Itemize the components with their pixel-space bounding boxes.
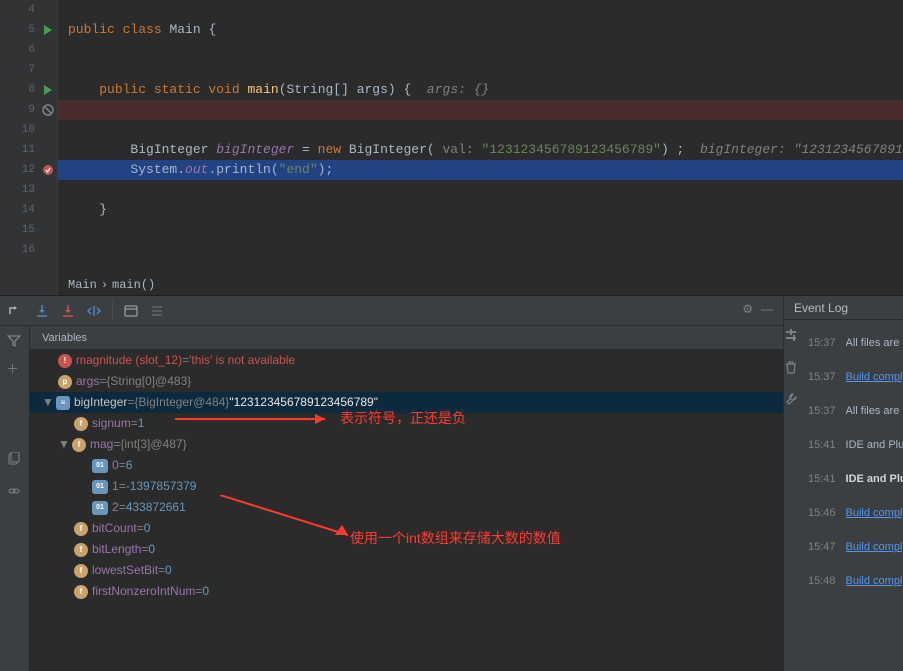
line-number: 12 <box>15 160 35 180</box>
line-number: 9 <box>15 100 35 120</box>
chevron-down-icon[interactable]: ▼ <box>42 392 54 413</box>
event-log-item[interactable]: 15:37All files are <box>800 326 903 360</box>
run-icon[interactable] <box>41 23 55 37</box>
editor-gutter: 4 5 6 7 8 9 10 11 12 13 14 15 16 <box>0 0 58 295</box>
var-mag[interactable]: ▼fmag = {int[3]@487} <box>30 434 783 455</box>
var-mag-1[interactable]: 011 = -1397857379 <box>30 476 783 497</box>
var-bitlength[interactable]: fbitLength = 0 <box>30 539 783 560</box>
line-number: 13 <box>15 180 35 200</box>
wrench-icon[interactable] <box>784 392 800 408</box>
trace-icon[interactable] <box>149 303 165 319</box>
event-log-item[interactable]: 15:37Build compl <box>800 360 903 394</box>
debug-sidebar: ＋ <box>0 326 30 671</box>
event-log-panel: Event Log 15:37All files are15:37Build c… <box>783 296 903 671</box>
class-name: Main <box>169 22 200 37</box>
breadcrumb-class[interactable]: Main <box>68 278 97 292</box>
minimize-icon[interactable]: — <box>761 302 773 316</box>
line-number: 15 <box>15 220 35 240</box>
variables-tree[interactable]: !magnitude (slot_12) = 'this' is not ava… <box>30 350 783 671</box>
var-bitcount[interactable]: fbitCount = 0 <box>30 518 783 539</box>
event-log-item[interactable]: 15:47Build compl <box>800 530 903 564</box>
add-icon[interactable]: ＋ <box>7 360 23 376</box>
field-badge-icon: f <box>74 585 88 599</box>
breakpoint-icon[interactable] <box>41 163 55 177</box>
int-badge-icon: 01 <box>92 459 108 473</box>
int-badge-icon: 01 <box>92 480 108 494</box>
param-badge-icon: p <box>58 375 72 389</box>
breadcrumb-method[interactable]: main() <box>112 278 155 292</box>
event-log-item[interactable]: 15:46Build compl <box>800 496 903 530</box>
gear-icon[interactable]: ⚙ <box>742 302 753 316</box>
evaluate-icon[interactable] <box>123 303 139 319</box>
line-number: 14 <box>15 200 35 220</box>
step-over-icon[interactable] <box>8 303 24 319</box>
chevron-down-icon[interactable]: ▼ <box>58 434 70 455</box>
force-step-icon[interactable] <box>60 303 76 319</box>
line-number: 4 <box>15 0 35 20</box>
line-number: 10 <box>15 120 35 140</box>
code-editor[interactable]: 4 5 6 7 8 9 10 11 12 13 14 15 16 public … <box>0 0 903 295</box>
code-content[interactable]: public class Main { public static void m… <box>58 0 903 260</box>
event-log-item[interactable]: 15:41IDE and Plu <box>800 462 903 496</box>
object-badge-icon: ≡ <box>56 396 70 410</box>
step-out-icon[interactable] <box>86 303 102 319</box>
string-literal: "123123456789123456789" <box>474 142 661 157</box>
var-mag-0[interactable]: 010 = 6 <box>30 455 783 476</box>
var-lowestsetbit[interactable]: flowestSetBit = 0 <box>30 560 783 581</box>
line-number: 16 <box>15 240 35 260</box>
error-badge-icon: ! <box>58 354 72 368</box>
variables-tab[interactable]: Variables <box>30 326 783 350</box>
trash-icon[interactable] <box>784 360 800 376</box>
field-badge-icon: f <box>74 564 88 578</box>
line-number: 11 <box>15 140 35 160</box>
line-number: 7 <box>15 60 35 80</box>
keyword: new <box>318 142 341 157</box>
inline-hint: bigInteger: "123123456789123456789" <box>700 142 903 157</box>
keyword: public static void <box>99 82 239 97</box>
breadcrumb[interactable]: Main›main() <box>58 275 155 295</box>
error-icon[interactable] <box>41 103 55 117</box>
var-firstnonzero[interactable]: ffirstNonzeroIntNum = 0 <box>30 581 783 602</box>
var-biginteger[interactable]: ▼≡bigInteger = {BigInteger@484} "1231234… <box>30 392 783 413</box>
filter-icon[interactable] <box>7 334 23 350</box>
var-mag-2[interactable]: 012 = 433872661 <box>30 497 783 518</box>
event-log-item[interactable]: 15:48Build compl <box>800 564 903 598</box>
inline-hint: args: {} <box>427 82 489 97</box>
var-signum[interactable]: fsignum = 1 <box>30 413 783 434</box>
param-hint: val: <box>442 142 473 157</box>
copy-icon[interactable] <box>7 452 23 468</box>
event-log-list[interactable]: 15:37All files are15:37Build compl15:37A… <box>800 320 903 671</box>
settings-icon[interactable] <box>784 328 800 344</box>
event-log-item[interactable]: 15:41IDE and Plu <box>800 428 903 462</box>
field: out <box>185 162 208 177</box>
var-args[interactable]: pargs = {String[0]@483} <box>30 371 783 392</box>
keyword: public class <box>68 22 162 37</box>
event-log-title[interactable]: Event Log <box>784 296 903 320</box>
int-badge-icon: 01 <box>92 501 108 515</box>
field-badge-icon: f <box>72 438 86 452</box>
line-number: 5 <box>15 20 35 40</box>
run-icon[interactable] <box>41 83 55 97</box>
line-number: 6 <box>15 40 35 60</box>
event-log-item[interactable]: 15:37All files are <box>800 394 903 428</box>
string-literal: "end" <box>279 162 318 177</box>
method-name: main <box>247 82 278 97</box>
field-badge-icon: f <box>74 522 88 536</box>
field-badge-icon: f <box>74 543 88 557</box>
debug-panel: ⚙ — ＋ Variables !magnitude (slot_12) = '… <box>0 295 903 671</box>
event-log-toolbar <box>784 320 800 671</box>
var-magnitude[interactable]: !magnitude (slot_12) = 'this' is not ava… <box>30 350 783 371</box>
line-number: 8 <box>15 80 35 100</box>
link-icon[interactable] <box>7 484 23 500</box>
debug-toolbar <box>0 296 783 326</box>
panel-controls: ⚙ — <box>742 302 773 316</box>
field-badge-icon: f <box>74 417 88 431</box>
variable: bigInteger <box>216 142 294 157</box>
step-into-icon[interactable] <box>34 303 50 319</box>
